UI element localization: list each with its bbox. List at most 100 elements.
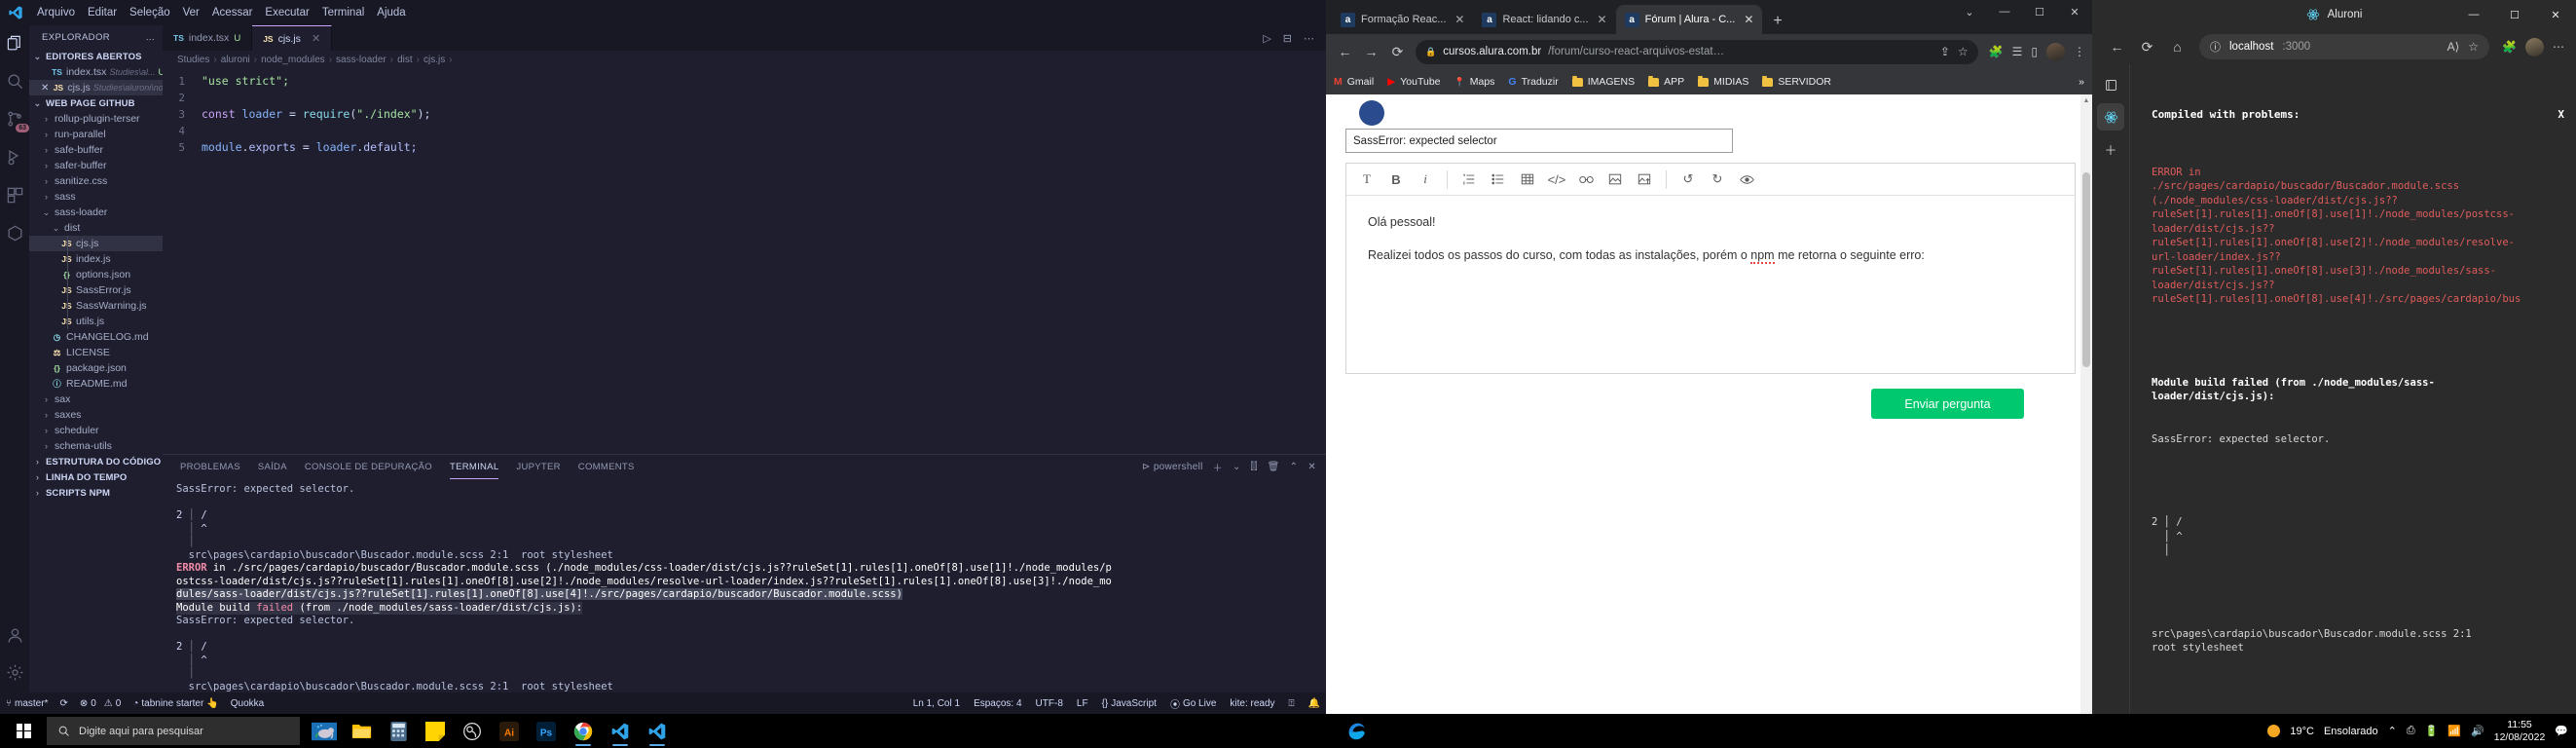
status-sync[interactable]: ⟳ bbox=[59, 698, 67, 709]
menu-editar[interactable]: Editar bbox=[88, 7, 117, 19]
maximize-button[interactable]: ☐ bbox=[2494, 0, 2535, 29]
tree-item-folder-dist[interactable]: ⌄ dist bbox=[29, 220, 163, 236]
taskbar-clock[interactable]: 11:55 12/08/2022 bbox=[2494, 719, 2546, 744]
panel-tab-problemas[interactable]: PROBLEMAS bbox=[180, 455, 240, 479]
bookmark-traduzir[interactable]: G Traduzir bbox=[1508, 76, 1558, 88]
add-app-icon[interactable]: ＋ bbox=[2097, 135, 2124, 163]
tree-item-file-options-json[interactable]: {} options.json bbox=[29, 267, 163, 282]
close-panel-icon[interactable]: ✕ bbox=[1307, 462, 1316, 472]
overlay-close-button[interactable]: X bbox=[2558, 108, 2564, 123]
image-upload-icon[interactable] bbox=[1630, 166, 1659, 193]
bookmark-imagens[interactable]: IMAGENS bbox=[1571, 75, 1635, 88]
taskbar-search-box[interactable]: Digite aqui para pesquisar bbox=[47, 717, 300, 745]
maximize-button[interactable]: ☐ bbox=[2022, 0, 2057, 23]
tree-item-file-changelog[interactable]: ◷ CHANGELOG.md bbox=[29, 329, 163, 345]
tree-item-folder[interactable]: › sass bbox=[29, 189, 163, 205]
bookmarks-overflow[interactable]: » bbox=[2079, 76, 2084, 88]
weather-description[interactable]: Ensolarado bbox=[2324, 726, 2378, 737]
weather-temperature[interactable]: 19°C bbox=[2290, 726, 2314, 737]
close-button[interactable]: ✕ bbox=[2057, 0, 2092, 23]
source-control-icon[interactable]: 63 bbox=[4, 108, 29, 132]
vscode-taskbar-icon[interactable] bbox=[602, 714, 639, 748]
home-button[interactable]: ⌂ bbox=[2164, 34, 2190, 60]
tree-item-folder-scheduler[interactable]: › scheduler bbox=[29, 423, 163, 438]
status-encoding[interactable]: UTF-8 bbox=[1036, 698, 1063, 709]
split-terminal-icon[interactable]: ⫿⫿ bbox=[1251, 462, 1258, 472]
breadcrumb-item[interactable]: Studies bbox=[177, 55, 209, 65]
menu-arquivo[interactable]: Arquivo bbox=[37, 7, 75, 19]
bookmark-youtube[interactable]: ▶ YouTube bbox=[1387, 76, 1440, 88]
tree-item-file-readme[interactable]: ⓘ README.md bbox=[29, 376, 163, 392]
sidepanel-icon[interactable]: ▯ bbox=[2031, 45, 2038, 58]
edge-address-bar[interactable]: ⓘ localhost:3000 A⟩ ☆ bbox=[2199, 34, 2490, 59]
extensions-icon[interactable] bbox=[4, 184, 25, 206]
tree-item-folder-sax[interactable]: › sax bbox=[29, 392, 163, 407]
tree-item-folder[interactable]: › run-parallel bbox=[29, 127, 163, 142]
section-open-editors[interactable]: ⌄ EDITORES ABERTOS bbox=[29, 49, 163, 64]
tree-item-file-license[interactable]: ⚖ LICENSE bbox=[29, 345, 163, 360]
tree-item-file-index-js[interactable]: JS index.js bbox=[29, 251, 163, 267]
back-button[interactable]: ← bbox=[1333, 40, 1357, 64]
kill-terminal-icon[interactable]: 🗑 bbox=[1268, 462, 1280, 472]
ordered-list-icon[interactable] bbox=[1454, 166, 1484, 193]
tree-item-file-sasserror-js[interactable]: JS SassError.js bbox=[29, 282, 163, 298]
tab-search-icon[interactable]: ⌄ bbox=[1952, 0, 1987, 23]
close-icon[interactable]: ✕ bbox=[1598, 13, 1607, 26]
sticky-notes-icon[interactable] bbox=[417, 714, 454, 748]
read-aloud-icon[interactable]: A⟩ bbox=[2447, 40, 2460, 54]
bookmark-midias[interactable]: MIDIAS bbox=[1698, 75, 1748, 88]
code-editor[interactable]: 1 2 3 4 5 "use strict"; const loader = r… bbox=[163, 69, 1326, 454]
tree-item-folder[interactable]: › rollup-plugin-terser bbox=[29, 111, 163, 127]
bell-icon[interactable]: 🔔 bbox=[1308, 698, 1320, 709]
chrome-tab-2[interactable]: a React: lidando c... ✕ bbox=[1473, 5, 1615, 34]
split-editor-icon[interactable]: ⊟ bbox=[1283, 32, 1292, 45]
profile-avatar[interactable] bbox=[2046, 42, 2065, 61]
bold-icon[interactable]: B bbox=[1381, 166, 1411, 193]
photoshop-icon[interactable]: Ps bbox=[528, 714, 565, 748]
bullet-list-icon[interactable] bbox=[1484, 166, 1513, 193]
open-editor-cjs-js[interactable]: ✕ JS cjs.js Studies\aluroni\nod... bbox=[29, 80, 163, 95]
menu-ver[interactable]: Ver bbox=[183, 7, 200, 19]
status-problems[interactable]: ⊗ 0 ⚠ 0 bbox=[80, 698, 121, 709]
image-icon[interactable] bbox=[1601, 166, 1630, 193]
breadcrumb-item[interactable]: sass-loader bbox=[336, 55, 386, 65]
account-icon[interactable] bbox=[4, 624, 25, 646]
panel-tab-console[interactable]: CONSOLE DE DEPURAÇÃO bbox=[305, 455, 432, 479]
menu-terminal[interactable]: Terminal bbox=[322, 7, 364, 19]
action-center-icon[interactable]: 💬 bbox=[2555, 725, 2568, 737]
minimize-button[interactable]: — bbox=[1987, 0, 2022, 23]
tray-volume-icon[interactable]: 🔊 bbox=[2471, 725, 2484, 737]
open-editor-index-tsx[interactable]: TS index.tsx Studies\al... U bbox=[29, 64, 163, 80]
vscode-menubar[interactable]: Arquivo Editar Seleção Ver Acessar Execu… bbox=[37, 7, 406, 19]
post-title-input[interactable]: SassError: expected selector bbox=[1345, 129, 1733, 153]
breadcrumb-item[interactable]: node_modules bbox=[261, 55, 325, 65]
start-button[interactable] bbox=[0, 714, 47, 748]
illustrator-icon[interactable]: Ai bbox=[491, 714, 528, 748]
undo-icon[interactable]: ↺ bbox=[1674, 166, 1703, 193]
edge-taskbar-icon[interactable] bbox=[1338, 714, 1375, 748]
back-button[interactable]: ← bbox=[2104, 34, 2130, 60]
feedback-icon[interactable]: ⍐ bbox=[1289, 698, 1295, 709]
close-button[interactable]: ✕ bbox=[2535, 0, 2576, 29]
copilot-icon[interactable] bbox=[2097, 71, 2124, 98]
reload-button[interactable]: ⟳ bbox=[2134, 34, 2160, 60]
bookmark-servidor[interactable]: SERVIDOR bbox=[1762, 75, 1831, 88]
react-app-icon[interactable] bbox=[2097, 103, 2124, 131]
close-icon[interactable]: ✕ bbox=[312, 32, 320, 45]
chrome-taskbar-icon[interactable] bbox=[565, 714, 602, 748]
section-npm-scripts[interactable]: › SCRIPTS NPM bbox=[29, 485, 163, 501]
tray-battery-icon[interactable]: 🔋 bbox=[2425, 725, 2439, 737]
bookmark-gmail[interactable]: M Gmail bbox=[1334, 76, 1374, 88]
code-icon[interactable]: </> bbox=[1542, 166, 1571, 193]
status-tabnine[interactable]: ◔ tabnine starter 👆 bbox=[132, 698, 218, 709]
more-actions-icon[interactable]: ⋯ bbox=[1304, 32, 1314, 45]
remote-explorer-icon[interactable] bbox=[4, 222, 25, 243]
panel-tab-saida[interactable]: SAÍDA bbox=[258, 455, 287, 479]
status-indentation[interactable]: Espaços: 4 bbox=[974, 698, 1021, 709]
new-tab-button[interactable]: + bbox=[1762, 13, 1792, 34]
page-scrollbar[interactable]: ▲ bbox=[2080, 94, 2092, 714]
profile-avatar[interactable] bbox=[2525, 37, 2544, 56]
settings-gear-icon[interactable] bbox=[4, 661, 25, 683]
tree-item-file-utils-js[interactable]: JS utils.js bbox=[29, 314, 163, 329]
terminal-output[interactable]: SassError: expected selector. 2 │ / │ ^ … bbox=[163, 479, 1326, 692]
